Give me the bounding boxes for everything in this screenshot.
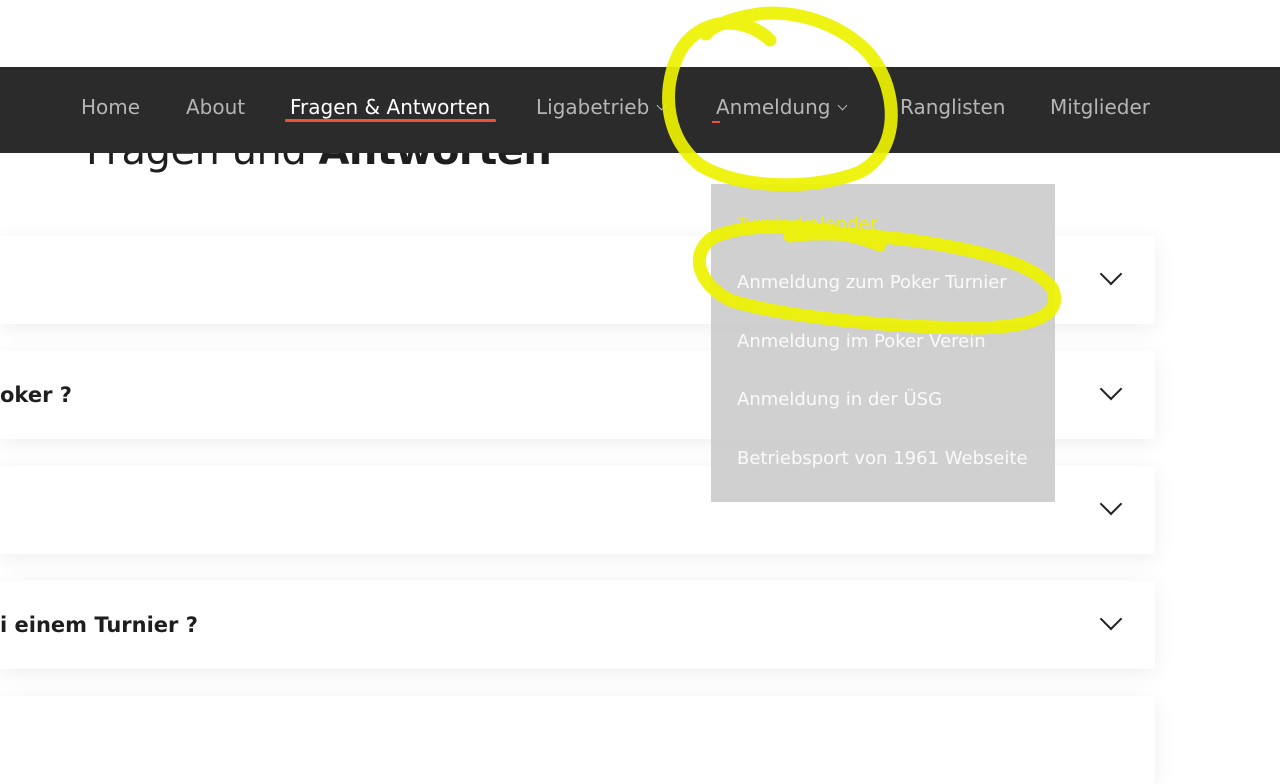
- nav-item-ranglisten-label: Ranglisten: [900, 95, 1006, 119]
- nav-item-fragen-antworten-label: Fragen & Antworten: [290, 95, 491, 119]
- main-navbar: Home About Fragen & Antworten Ligabetrie…: [0, 67, 1280, 153]
- chevron-down-icon: [656, 100, 667, 110]
- nav-item-home-label: Home: [81, 95, 141, 119]
- chevron-down-icon[interactable]: [1099, 262, 1123, 286]
- faq-item[interactable]: i einem Turnier ?: [0, 581, 1155, 669]
- active-nav-underline: [285, 119, 496, 122]
- faq-question: i einem Turnier ?: [0, 613, 198, 637]
- chevron-down-icon[interactable]: [1099, 377, 1123, 401]
- dropdown-item-anmeldung-im-poker-verein[interactable]: Anmeldung im Poker Verein: [737, 331, 986, 352]
- nav-item-anmeldung[interactable]: Anmeldung: [716, 87, 848, 127]
- faq-question: oker ?: [0, 383, 72, 407]
- hover-indicator: [712, 121, 720, 123]
- nav-item-ligabetrieb-label: Ligabetrieb: [536, 95, 650, 119]
- nav-item-mitglieder[interactable]: Mitglieder: [1050, 87, 1150, 127]
- dropdown-item-anmeldung-in-der-usg[interactable]: Anmeldung in der ÜSG: [737, 389, 942, 410]
- nav-item-anmeldung-label: Anmeldung: [716, 95, 831, 119]
- nav-item-ligabetrieb[interactable]: Ligabetrieb: [536, 87, 667, 127]
- nav-item-about-label: About: [186, 95, 246, 119]
- dropdown-item-anmeldung-zum-poker-turnier[interactable]: Anmeldung zum Poker Turnier: [737, 272, 1007, 293]
- nav-item-mitglieder-label: Mitglieder: [1050, 95, 1150, 119]
- anmeldung-dropdown-menu: Turnierkalender Anmeldung zum Poker Turn…: [711, 184, 1055, 502]
- chevron-down-icon[interactable]: [1099, 492, 1123, 516]
- dropdown-item-turnierkalender[interactable]: Turnierkalender: [737, 214, 877, 235]
- nav-item-home[interactable]: Home: [81, 87, 140, 127]
- chevron-down-icon[interactable]: [1099, 607, 1123, 631]
- dropdown-item-betriebsport-webseite[interactable]: Betriebsport von 1961 Webseite: [737, 448, 1028, 469]
- nav-item-ranglisten[interactable]: Ranglisten: [900, 87, 1005, 127]
- faq-item[interactable]: [0, 696, 1155, 784]
- chevron-down-icon: [838, 100, 848, 110]
- nav-item-about[interactable]: About: [186, 87, 245, 127]
